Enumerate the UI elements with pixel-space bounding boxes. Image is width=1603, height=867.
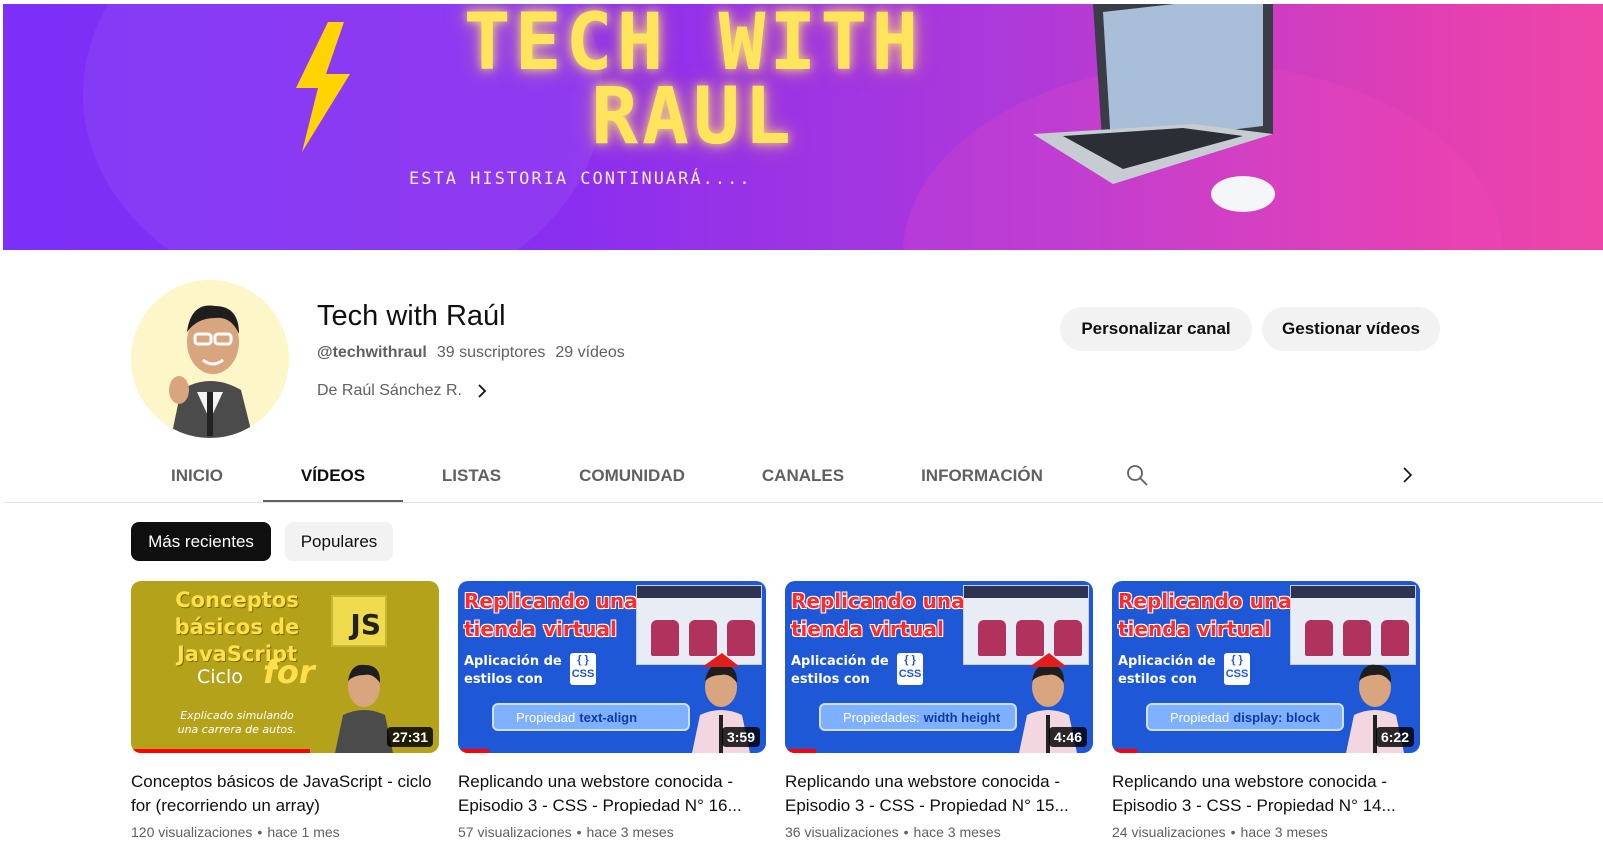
video-meta: 36 visualizaciones • hace 3 meses <box>785 824 1093 840</box>
meta-separator: • <box>576 824 582 840</box>
subscriber-count: 39 suscriptores <box>436 344 546 361</box>
publish-age: hace 3 meses <box>1240 824 1328 840</box>
video-duration: 6:22 <box>1375 727 1414 747</box>
video-meta: 24 visualizaciones • hace 3 meses <box>1112 824 1420 840</box>
js-logo: JS <box>331 595 387 647</box>
video-title[interactable]: Replicando una webstore conocida - Episo… <box>1112 770 1420 818</box>
channel-banner: TECH WITH RAUL ESTA HISTORIA CONTINUARÁ.… <box>3 4 1603 250</box>
thumbnail-heading: Replicando una tienda virtual <box>791 589 965 641</box>
css-logo: { } CSS <box>897 653 923 685</box>
channel-tabs: INICIO VÍDEOS LISTAS COMUNIDAD CANALES I… <box>131 448 1082 503</box>
view-count: 57 visualizaciones <box>458 824 572 840</box>
watch-progress-bar <box>458 749 489 753</box>
customize-channel-button[interactable]: Personalizar canal <box>1060 307 1252 351</box>
manage-videos-button[interactable]: Gestionar vídeos <box>1262 307 1440 351</box>
video-duration: 3:59 <box>721 727 760 747</box>
publish-age: hace 1 mes <box>267 824 340 840</box>
publish-age: hace 3 meses <box>586 824 674 840</box>
channel-owner-label: De Raúl Sánchez R. <box>317 382 462 399</box>
video-thumbnail[interactable]: Conceptos básicos de JavaScript JS Ciclo… <box>131 581 439 753</box>
property-label: Propiedades: width height <box>819 703 1017 731</box>
tab-inicio[interactable]: INICIO <box>131 448 263 503</box>
thumbnail-keyword: for <box>263 653 315 691</box>
video-meta: 120 visualizaciones • hace 1 mes <box>131 824 439 840</box>
video-card: Replicando una tienda virtual Aplicación… <box>785 581 1093 840</box>
video-card: Conceptos básicos de JavaScript JS Ciclo… <box>131 581 439 840</box>
meta-separator: • <box>1230 824 1236 840</box>
laptop-icon <box>1033 4 1275 212</box>
video-duration: 4:46 <box>1048 727 1087 747</box>
publish-age: hace 3 meses <box>913 824 1001 840</box>
property-value: text-align <box>579 709 638 725</box>
property-value: display: block <box>1233 709 1320 725</box>
channel-handle: @techwithraul <box>317 344 427 361</box>
view-count: 24 visualizaciones <box>1112 824 1226 840</box>
chevron-right-icon <box>1403 467 1413 483</box>
search-icon <box>1127 465 1148 486</box>
property-prefix: Propiedades: <box>843 709 920 725</box>
watch-progress-bar <box>131 749 310 753</box>
thumbnail-heading: Replicando una tienda virtual <box>1118 589 1292 641</box>
tab-comunidad[interactable]: COMUNIDAD <box>540 448 724 503</box>
thumbnail-heading: Replicando una tienda virtual <box>464 589 638 641</box>
thumbnail-text: Ciclo <box>197 666 243 688</box>
watch-progress-bar <box>1112 749 1137 753</box>
thumbnail-subheading: Aplicación de estilos con <box>1118 654 1216 687</box>
video-meta: 57 visualizaciones • hace 3 meses <box>458 824 766 840</box>
video-card: Replicando una tienda virtual Aplicación… <box>458 581 766 840</box>
video-title[interactable]: Conceptos básicos de JavaScript - ciclo … <box>131 770 439 818</box>
banner-title-line1: TECH WITH <box>463 4 923 88</box>
view-count: 120 visualizaciones <box>131 824 253 840</box>
view-count: 36 visualizaciones <box>785 824 899 840</box>
video-thumbnail[interactable]: Replicando una tienda virtual Aplicación… <box>1112 581 1420 753</box>
thumbnail-note: Explicado simulando una carrera de autos… <box>177 709 297 736</box>
channel-name: Tech with Raúl <box>317 300 506 332</box>
channel-search-button[interactable] <box>1120 458 1154 492</box>
banner-title-line2: RAUL <box>591 72 795 162</box>
property-value: width height <box>923 709 1001 725</box>
meta-separator: • <box>903 824 909 840</box>
channel-avatar[interactable] <box>131 280 289 438</box>
chip-most-recent[interactable]: Más recientes <box>131 522 271 561</box>
channel-owner-link[interactable]: De Raúl Sánchez R. <box>317 382 490 400</box>
tabs-scroll-next-button[interactable] <box>1390 458 1424 492</box>
channel-meta: @techwithraul 39 suscriptores 29 vídeos <box>317 344 625 362</box>
video-count: 29 vídeos <box>555 344 625 361</box>
css-logo: { } CSS <box>1224 653 1250 685</box>
css-logo: { } CSS <box>570 653 596 685</box>
thumbnail-subheading: Aplicación de estilos con <box>791 654 889 687</box>
property-label: Propiedad display: block <box>1146 703 1344 731</box>
tab-informacion[interactable]: INFORMACIÓN <box>882 448 1082 503</box>
avatar-portrait <box>131 280 289 438</box>
tabs-divider <box>3 502 1603 503</box>
property-prefix: Propiedad <box>1170 709 1230 725</box>
meta-separator: • <box>257 824 263 840</box>
banner-subtitle: ESTA HISTORIA CONTINUARÁ.... <box>409 169 752 189</box>
video-title[interactable]: Replicando una webstore conocida - Episo… <box>458 770 766 818</box>
tab-canales[interactable]: CANALES <box>724 448 882 503</box>
video-title[interactable]: Replicando una webstore conocida - Episo… <box>785 770 1093 818</box>
tab-listas[interactable]: LISTAS <box>403 448 540 503</box>
lightning-bolt-icon <box>296 22 350 152</box>
banner-title: TECH WITH RAUL <box>413 4 973 162</box>
video-thumbnail[interactable]: Replicando una tienda virtual Aplicación… <box>785 581 1093 753</box>
property-label: Propiedad text-align <box>492 703 690 731</box>
video-card: Replicando una tienda virtual Aplicación… <box>1112 581 1420 840</box>
video-duration: 27:31 <box>387 727 433 747</box>
video-thumbnail[interactable]: Replicando una tienda virtual Aplicación… <box>458 581 766 753</box>
property-prefix: Propiedad <box>516 709 576 725</box>
thumbnail-subheading: Aplicación de estilos con <box>464 654 562 687</box>
tab-videos[interactable]: VÍDEOS <box>263 448 403 503</box>
chevron-right-icon <box>478 384 487 398</box>
chip-popular[interactable]: Populares <box>285 522 393 561</box>
watch-progress-bar <box>785 749 816 753</box>
